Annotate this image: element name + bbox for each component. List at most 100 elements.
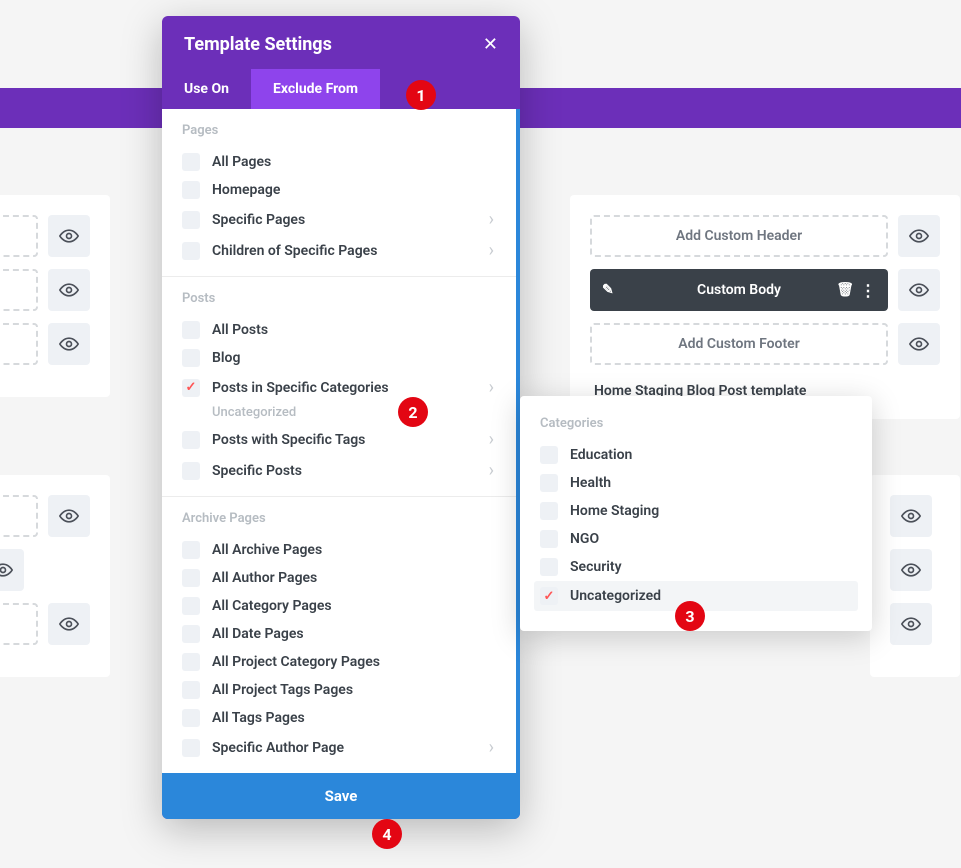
eye-button[interactable] bbox=[48, 603, 90, 645]
chevron-right-icon: › bbox=[489, 240, 496, 261]
cat-row-health[interactable]: Health bbox=[540, 469, 852, 497]
add-footer-slot[interactable]: Add Custom Footer bbox=[590, 323, 888, 365]
checkbox[interactable] bbox=[540, 530, 558, 548]
row-specific-pages[interactable]: Specific Pages› bbox=[182, 204, 496, 235]
checkbox[interactable] bbox=[182, 653, 200, 671]
cat-row-education[interactable]: Education bbox=[540, 441, 852, 469]
save-button[interactable]: Save bbox=[162, 773, 520, 819]
eye-button[interactable] bbox=[0, 549, 24, 591]
eye-button[interactable] bbox=[48, 495, 90, 537]
bg-placeholder[interactable] bbox=[0, 603, 38, 645]
bg-card-right: Add Custom Header ✎ Custom Body 🗑 ⋮ Add … bbox=[570, 195, 960, 419]
categories-title: Categories bbox=[540, 416, 852, 431]
custom-body-slot[interactable]: ✎ Custom Body 🗑 ⋮ bbox=[590, 269, 888, 311]
checkbox[interactable] bbox=[182, 349, 200, 367]
section-title-posts: Posts bbox=[182, 291, 496, 306]
checkbox[interactable] bbox=[182, 211, 200, 229]
row-all-pages[interactable]: All Pages bbox=[182, 148, 496, 176]
row-posts-in-categories-sub: Uncategorized bbox=[182, 405, 496, 420]
checkbox[interactable] bbox=[182, 321, 200, 339]
row-specific-author[interactable]: Specific Author Page› bbox=[182, 732, 496, 763]
eye-button[interactable] bbox=[898, 215, 940, 257]
annotation-3: 3 bbox=[675, 601, 705, 631]
checkbox[interactable] bbox=[182, 431, 200, 449]
tab-exclude-from[interactable]: Exclude From bbox=[251, 69, 380, 109]
checkbox[interactable] bbox=[182, 153, 200, 171]
add-header-slot[interactable]: Add Custom Header bbox=[590, 215, 888, 257]
row-all-posts[interactable]: All Posts bbox=[182, 316, 496, 344]
row-all-category[interactable]: All Category Pages bbox=[182, 592, 496, 620]
section-title-archive: Archive Pages bbox=[182, 511, 496, 526]
row-all-archive[interactable]: All Archive Pages bbox=[182, 536, 496, 564]
chevron-right-icon: › bbox=[489, 429, 496, 450]
eye-button[interactable] bbox=[48, 215, 90, 257]
eye-button[interactable] bbox=[890, 549, 932, 591]
bg-placeholder[interactable] bbox=[0, 215, 38, 257]
checkbox[interactable] bbox=[182, 739, 200, 757]
bg-card-left-top bbox=[0, 195, 110, 397]
checkbox[interactable] bbox=[540, 446, 558, 464]
row-blog[interactable]: Blog bbox=[182, 344, 496, 372]
annotation-2: 2 bbox=[398, 397, 428, 427]
annotation-4: 4 bbox=[372, 819, 402, 849]
trash-icon[interactable]: 🗑 bbox=[836, 282, 854, 298]
checkbox[interactable] bbox=[540, 502, 558, 520]
row-all-author[interactable]: All Author Pages bbox=[182, 564, 496, 592]
checkbox-checked[interactable]: ✓ bbox=[182, 379, 200, 397]
row-all-tags[interactable]: All Tags Pages bbox=[182, 704, 496, 732]
checkbox[interactable] bbox=[182, 242, 200, 260]
checkbox[interactable] bbox=[540, 474, 558, 492]
cat-row-home-staging[interactable]: Home Staging bbox=[540, 497, 852, 525]
chevron-right-icon: › bbox=[489, 460, 496, 481]
modal-body: Pages All Pages Homepage Specific Pages›… bbox=[162, 109, 520, 773]
eye-button[interactable] bbox=[898, 269, 940, 311]
modal-header: Template Settings ✕ bbox=[162, 16, 520, 69]
section-archive: Archive Pages All Archive Pages All Auth… bbox=[162, 497, 516, 773]
tabs: Use On Exclude From bbox=[162, 69, 520, 109]
checkbox[interactable] bbox=[182, 597, 200, 615]
pencil-icon: ✎ bbox=[602, 282, 614, 298]
checkbox[interactable] bbox=[182, 462, 200, 480]
checkbox[interactable] bbox=[182, 709, 200, 727]
annotation-1: 1 bbox=[406, 80, 436, 110]
row-homepage[interactable]: Homepage bbox=[182, 176, 496, 204]
custom-body-label: Custom Body bbox=[697, 282, 781, 298]
section-posts: Posts All Posts Blog ✓ Posts in Specific… bbox=[162, 277, 516, 497]
eye-button[interactable] bbox=[890, 603, 932, 645]
close-icon[interactable]: ✕ bbox=[483, 34, 498, 55]
checkbox[interactable] bbox=[540, 558, 558, 576]
eye-button[interactable] bbox=[890, 495, 932, 537]
checkbox[interactable] bbox=[182, 541, 200, 559]
row-posts-in-categories[interactable]: ✓ Posts in Specific Categories › bbox=[182, 372, 496, 403]
row-all-project-category[interactable]: All Project Category Pages bbox=[182, 648, 496, 676]
row-all-date[interactable]: All Date Pages bbox=[182, 620, 496, 648]
cat-row-security[interactable]: Security bbox=[540, 553, 852, 581]
checkbox[interactable] bbox=[182, 181, 200, 199]
template-settings-modal: Template Settings ✕ Use On Exclude From … bbox=[162, 16, 520, 819]
tab-use-on[interactable]: Use On bbox=[162, 69, 251, 109]
eye-button[interactable] bbox=[898, 323, 940, 365]
checkbox[interactable] bbox=[182, 569, 200, 587]
row-posts-specific-tags[interactable]: Posts with Specific Tags› bbox=[182, 424, 496, 455]
bg-placeholder[interactable] bbox=[0, 269, 38, 311]
eye-button[interactable] bbox=[48, 323, 90, 365]
row-all-project-tags[interactable]: All Project Tags Pages bbox=[182, 676, 496, 704]
bg-card-right-bottom bbox=[870, 475, 960, 677]
row-specific-posts[interactable]: Specific Posts› bbox=[182, 455, 496, 486]
checkbox-checked[interactable]: ✓ bbox=[540, 587, 558, 605]
checkbox[interactable] bbox=[182, 681, 200, 699]
cat-row-ngo[interactable]: NGO bbox=[540, 525, 852, 553]
row-children-pages[interactable]: Children of Specific Pages› bbox=[182, 235, 496, 266]
eye-button[interactable] bbox=[48, 269, 90, 311]
dots-icon[interactable]: ⋮ bbox=[860, 281, 876, 300]
section-title-pages: Pages bbox=[182, 123, 496, 138]
section-pages: Pages All Pages Homepage Specific Pages›… bbox=[162, 109, 516, 277]
chevron-right-icon: › bbox=[489, 737, 496, 758]
checkbox[interactable] bbox=[182, 625, 200, 643]
chevron-right-icon: › bbox=[489, 209, 496, 230]
modal-title: Template Settings bbox=[184, 34, 332, 55]
chevron-right-icon: › bbox=[489, 377, 496, 398]
bg-placeholder[interactable] bbox=[0, 495, 38, 537]
bg-placeholder[interactable] bbox=[0, 323, 38, 365]
categories-panel: Categories Education Health Home Staging… bbox=[520, 396, 872, 631]
